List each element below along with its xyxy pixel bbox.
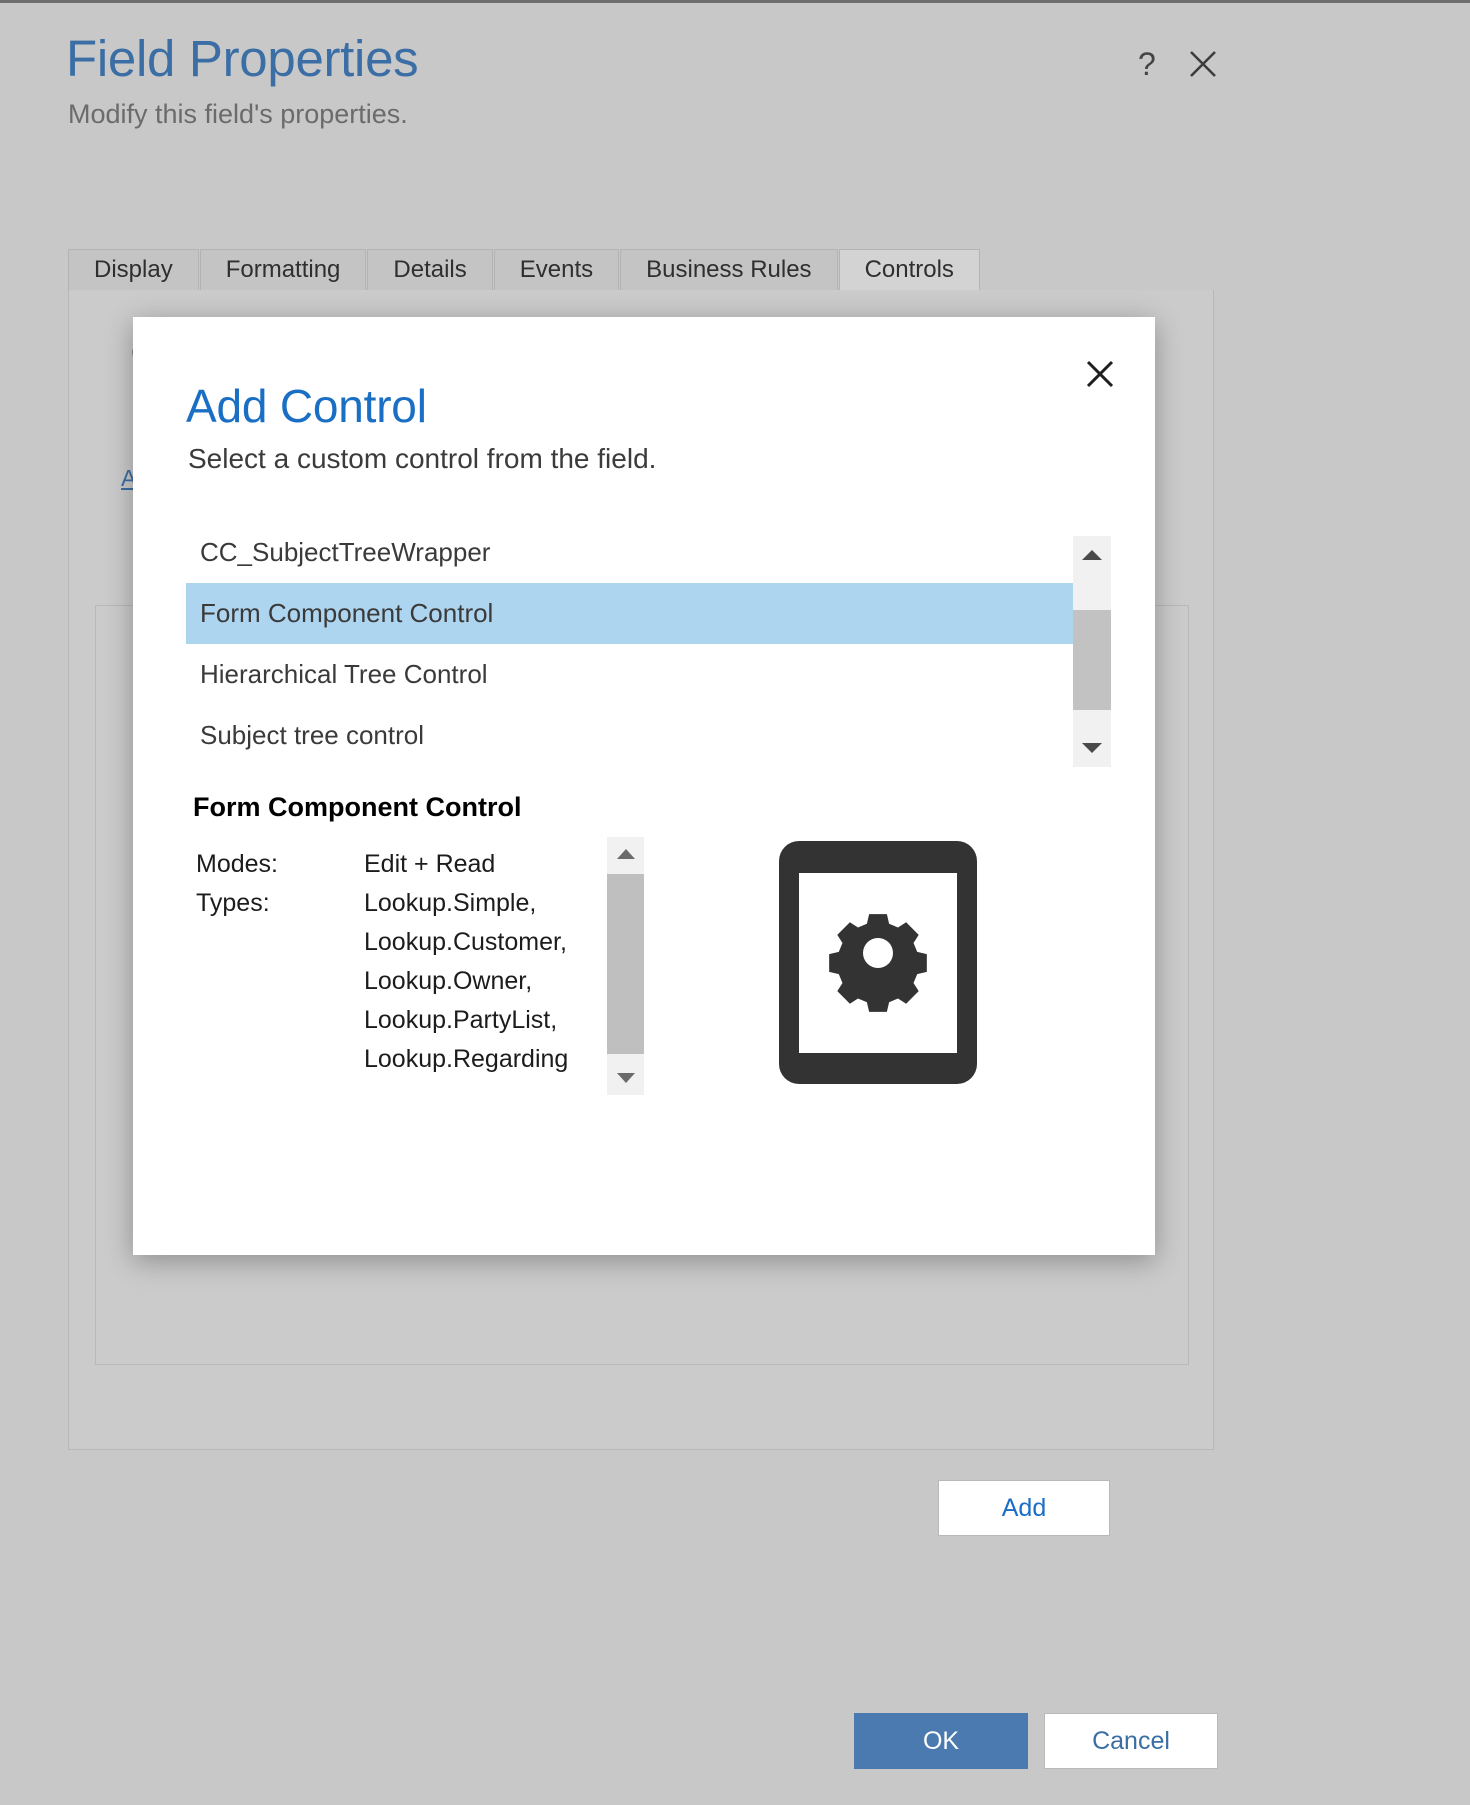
list-item[interactable]: Form Component Control: [186, 583, 1074, 644]
tab-display[interactable]: Display: [68, 249, 199, 291]
control-item-label: CC_SubjectTreeWrapper: [200, 537, 491, 567]
types-label: Types:: [196, 889, 270, 917]
type-line: Lookup.Customer,: [364, 928, 567, 956]
tab-label: Formatting: [225, 256, 341, 283]
add-button[interactable]: Add: [938, 1480, 1110, 1536]
detail-row-modes: Modes: Edit + Read: [196, 845, 616, 884]
scrollbar-thumb[interactable]: [607, 874, 644, 1054]
types-value: Lookup.Simple, Lookup.Customer, Lookup.O…: [364, 884, 568, 1079]
detail-scrollbar[interactable]: [607, 837, 644, 1095]
cancel-button[interactable]: Cancel: [1044, 1713, 1218, 1769]
control-list[interactable]: CC_SubjectTreeWrapper Form Component Con…: [186, 522, 1074, 767]
scroll-down-arrow-icon[interactable]: [607, 1061, 644, 1095]
type-line: Lookup.Regarding: [364, 1045, 569, 1073]
close-icon[interactable]: [1081, 355, 1119, 393]
scroll-down-arrow-icon[interactable]: [1073, 729, 1111, 767]
page-title: Field Properties: [66, 30, 419, 87]
scroll-up-arrow-icon[interactable]: [1073, 536, 1111, 574]
scroll-up-arrow-icon[interactable]: [607, 837, 644, 871]
detail-table: Modes: Edit + Read Types: Lookup.Simple,…: [196, 845, 616, 1079]
tab-label: Business Rules: [646, 256, 812, 283]
dialog-subtitle: Select a custom control from the field.: [188, 443, 657, 474]
modes-value: Edit + Read: [364, 850, 496, 878]
control-list-container: CC_SubjectTreeWrapper Form Component Con…: [186, 522, 1111, 767]
tab-label: Controls: [864, 256, 954, 283]
tab-events[interactable]: Events: [493, 249, 620, 291]
question-mark-icon[interactable]: ?: [1130, 47, 1164, 83]
control-list-scrollbar[interactable]: [1073, 536, 1111, 767]
close-icon[interactable]: [1186, 47, 1220, 81]
detail-title: Form Component Control: [193, 792, 522, 822]
list-item[interactable]: Hierarchical Tree Control: [186, 644, 1074, 705]
tab-label: Events: [519, 256, 594, 283]
list-item[interactable]: Subject tree control: [186, 705, 1074, 766]
tab-label: Details: [393, 256, 467, 283]
ok-button[interactable]: OK: [854, 1713, 1028, 1769]
type-line: Lookup.Owner,: [364, 967, 533, 995]
tab-business-rules[interactable]: Business Rules: [620, 249, 838, 291]
window-footer: OK Cancel: [0, 1685, 1470, 1805]
tab-strip: Display Formatting Details Events Busine…: [68, 249, 1214, 291]
control-item-label: Form Component Control: [200, 598, 494, 628]
scrollbar-thumb[interactable]: [1073, 610, 1111, 710]
list-item[interactable]: CC_SubjectTreeWrapper: [186, 522, 1074, 583]
page-subtitle: Modify this field's properties.: [68, 99, 408, 129]
window-header: Field Properties Modify this field's pro…: [0, 3, 1470, 168]
tablet-gear-icon: [773, 835, 983, 1090]
modes-label: Modes:: [196, 850, 278, 878]
tab-formatting[interactable]: Formatting: [199, 249, 367, 291]
field-properties-window: Field Properties Modify this field's pro…: [0, 0, 1470, 1805]
control-item-label: Hierarchical Tree Control: [200, 659, 488, 689]
tab-controls[interactable]: Controls: [838, 249, 980, 291]
control-item-label: Subject tree control: [200, 720, 425, 750]
tab-label: Display: [94, 256, 173, 283]
add-control-dialog: Add Control Select a custom control from…: [133, 317, 1155, 1536]
dialog-title: Add Control: [186, 380, 427, 432]
svg-text:?: ?: [1138, 47, 1156, 82]
type-line: Lookup.PartyList,: [364, 1006, 558, 1034]
detail-row-types: Types: Lookup.Simple, Lookup.Customer, L…: [196, 884, 616, 1079]
type-line: Lookup.Simple,: [364, 889, 537, 917]
tab-details[interactable]: Details: [367, 249, 493, 291]
